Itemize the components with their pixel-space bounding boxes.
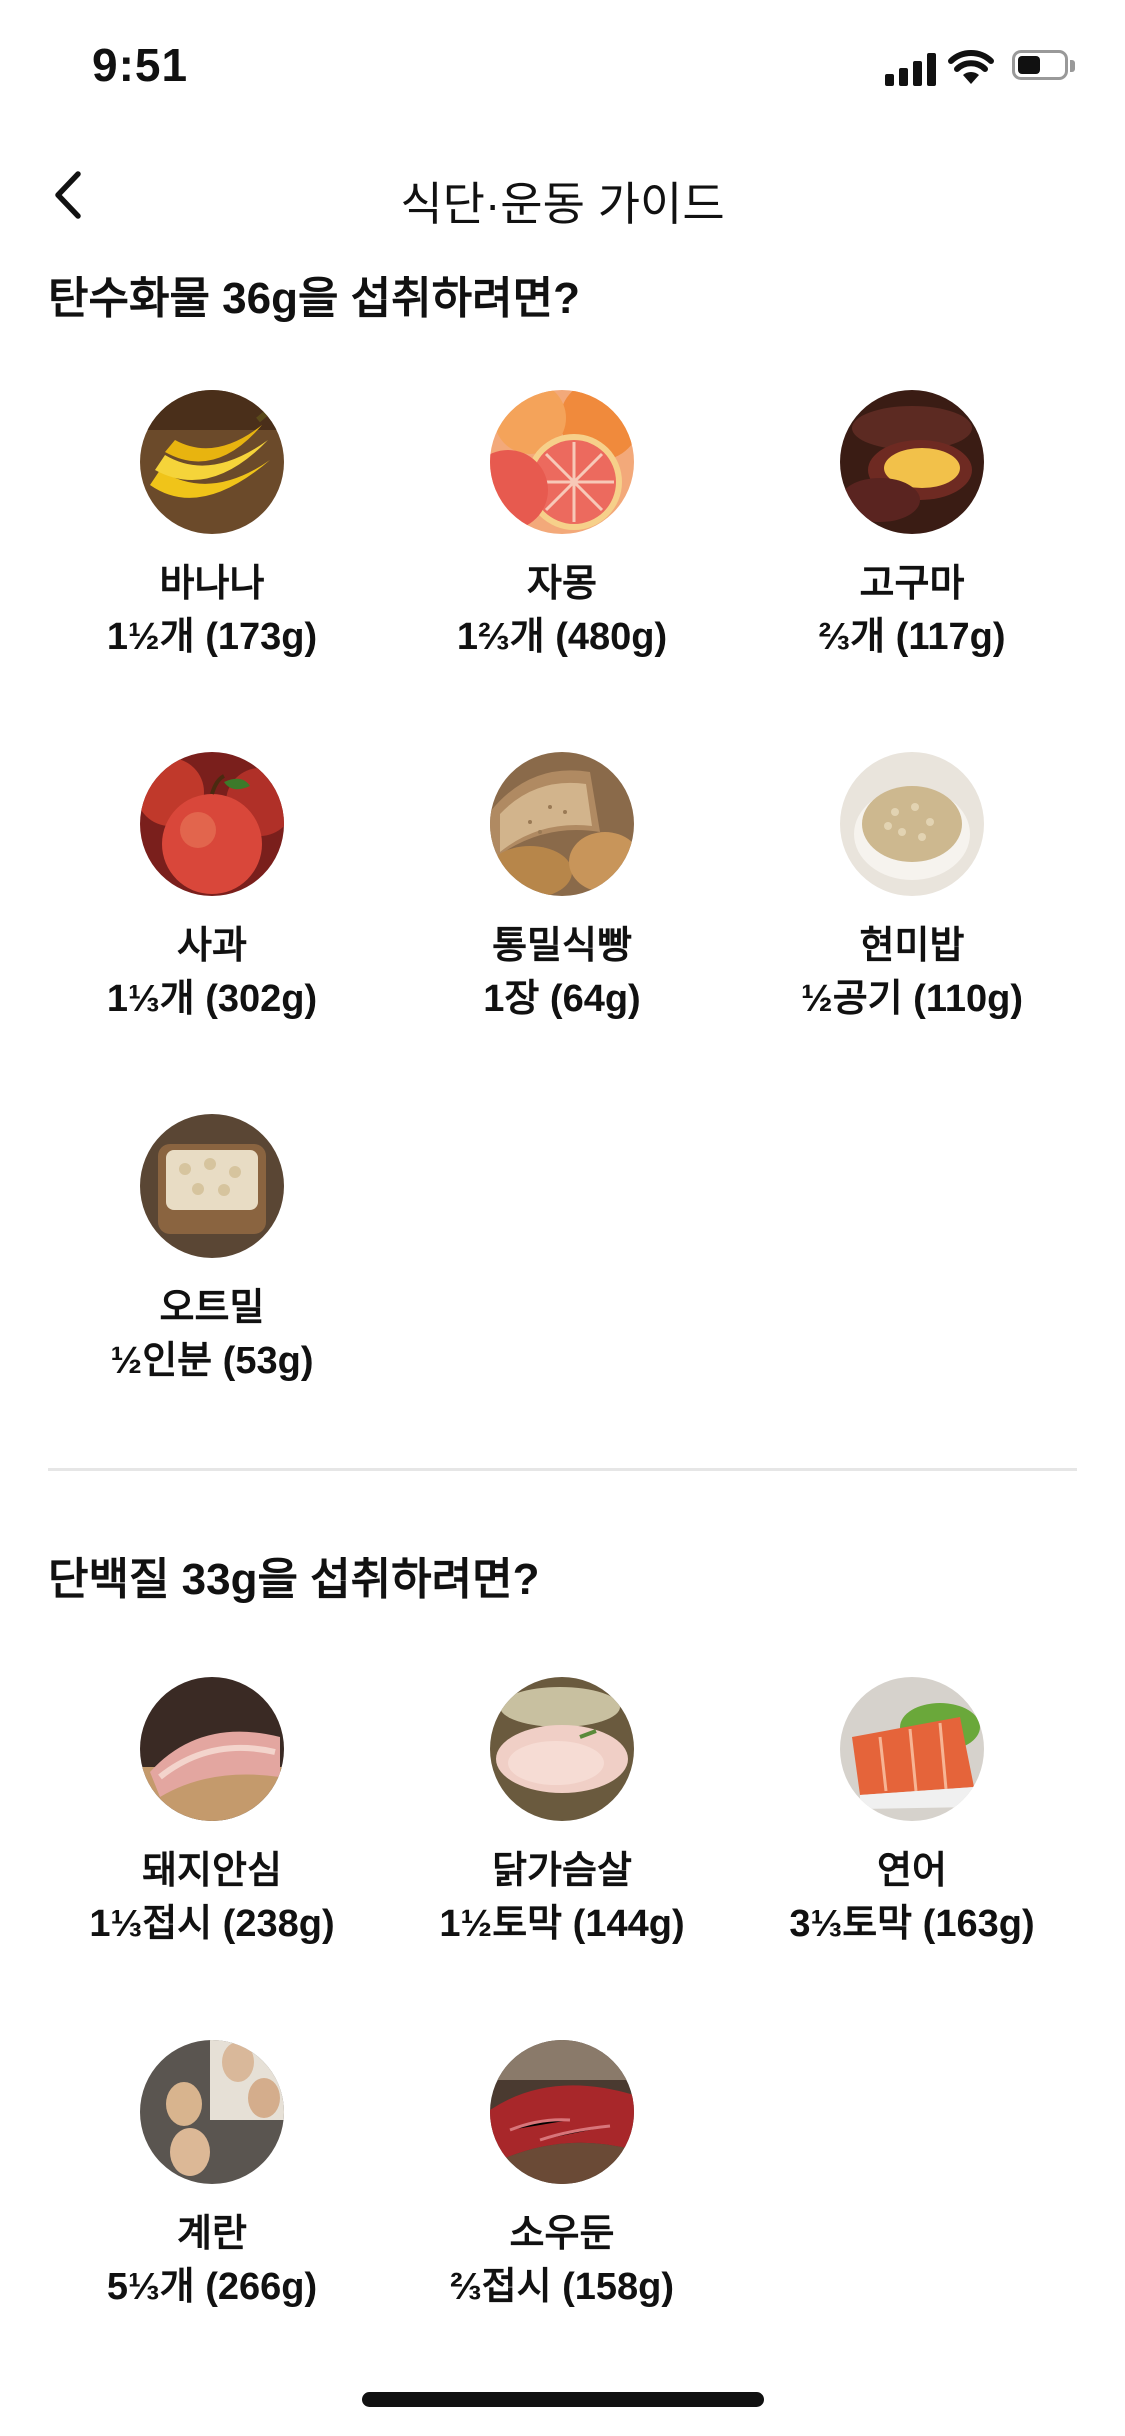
food-name: 소우둔 [509,2213,615,2255]
food-amount: 1장 (64g) [483,978,641,1020]
food-name: 바나나 [159,563,265,605]
food-amount: 3⅓토막 (163g) [789,1903,1035,1945]
food-name: 오트밀 [159,1287,265,1329]
food-item-sweet-potato[interactable]: 고구마 ⅔개 (117g) [742,390,1082,666]
food-amount: 1½토막 (144g) [439,1903,685,1945]
food-name: 통밀식빵 [492,925,632,967]
page-title: 식단·운동 가이드 [400,178,725,230]
section-title-carbs: 탄수화물 36g을 섭취하려면? [48,274,580,323]
chicken-icon [490,1677,634,1821]
rice-bowl-icon [840,752,984,896]
food-item-pork-tenderloin[interactable]: 돼지안심 1⅓접시 (238g) [42,1677,382,1953]
food-name: 계란 [177,2213,247,2255]
food-amount: 1½개 (173g) [106,616,318,658]
food-amount: 1⅓접시 (238g) [89,1903,335,1945]
food-item-chicken-breast[interactable]: 닭가슴살 1½토막 (144g) [392,1677,732,1953]
food-item-brown-rice[interactable]: 현미밥 ½공기 (110g) [742,752,1082,1028]
grapefruit-icon [490,390,634,534]
food-name: 연어 [877,1850,947,1892]
food-amount: ½공기 (110g) [801,978,1023,1020]
food-name: 자몽 [527,563,597,605]
food-name: 현미밥 [859,925,965,967]
food-amount: 1⅓개 (302g) [106,978,318,1020]
food-name: 닭가슴살 [492,1850,632,1892]
food-item-grapefruit[interactable]: 자몽 1⅔개 (480g) [392,390,732,666]
section-divider [48,1468,1077,1471]
battery-icon [1012,50,1078,84]
food-name: 사과 [177,925,247,967]
food-item-oatmeal[interactable]: 오트밀 ½인분 (53g) [42,1114,382,1390]
banana-icon [140,390,284,534]
nav-bar: 식단·운동 가이드 [0,140,1125,250]
food-amount: ⅔접시 (158g) [449,2266,675,2308]
sweet-potato-icon [840,390,984,534]
oatmeal-icon [140,1114,284,1258]
food-item-banana[interactable]: 바나나 1½개 (173g) [42,390,382,666]
food-item-beef-round[interactable]: 소우둔 ⅔접시 (158g) [392,2040,732,2316]
food-item-apple[interactable]: 사과 1⅓개 (302g) [42,752,382,1028]
beef-icon [490,2040,634,2184]
wifi-icon [948,50,994,84]
food-item-salmon[interactable]: 연어 3⅓토막 (163g) [742,1677,1082,1953]
status-time: 9:51 [92,39,189,91]
food-item-whole-wheat-bread[interactable]: 통밀식빵 1장 (64g) [392,752,732,1028]
food-name: 고구마 [859,563,965,605]
home-indicator[interactable] [362,2392,764,2407]
food-amount: 1⅔개 (480g) [456,616,668,658]
status-bar: 9:51 [0,0,1125,140]
food-amount: 5⅓개 (266g) [106,2266,318,2308]
food-amount: ⅔개 (117g) [818,616,1006,658]
cellular-signal-icon [885,52,937,86]
section-title-protein: 단백질 33g을 섭취하려면? [48,1555,540,1604]
food-name: 돼지안심 [142,1850,282,1892]
egg-icon [140,2040,284,2184]
salmon-icon [840,1677,984,1821]
apple-icon [140,752,284,896]
pork-icon [140,1677,284,1821]
food-item-egg[interactable]: 계란 5⅓개 (266g) [42,2040,382,2316]
food-amount: ½인분 (53g) [110,1340,314,1382]
bread-icon [490,752,634,896]
